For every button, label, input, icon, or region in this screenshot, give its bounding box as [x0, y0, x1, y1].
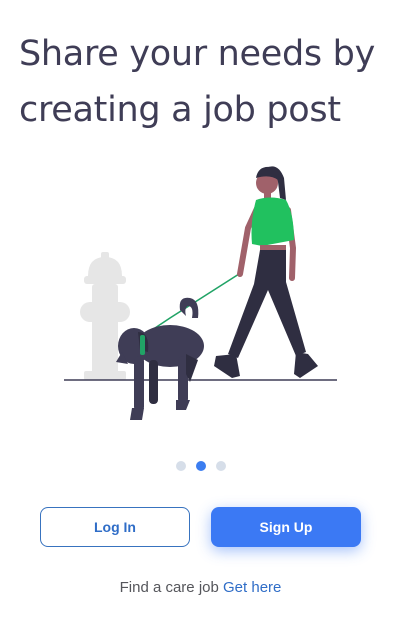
page-title: Share your needs by creating a job post — [19, 34, 376, 130]
woman-walking-dog-illustration — [64, 166, 337, 420]
pagination-dots — [0, 461, 401, 471]
woman-figure — [214, 166, 318, 378]
find-care-job-text: Find a care job — [119, 579, 219, 596]
pagination-dot[interactable] — [215, 461, 226, 471]
login-button[interactable]: Log In — [40, 507, 190, 547]
signup-button[interactable]: Sign Up — [211, 507, 361, 547]
get-here-link[interactable]: Get here — [223, 579, 281, 596]
pagination-dot[interactable] — [175, 461, 186, 471]
find-care-job-prompt: Find a care job Get here — [0, 579, 401, 596]
dog-figure — [116, 297, 204, 420]
pagination-dot-active[interactable] — [195, 461, 206, 471]
